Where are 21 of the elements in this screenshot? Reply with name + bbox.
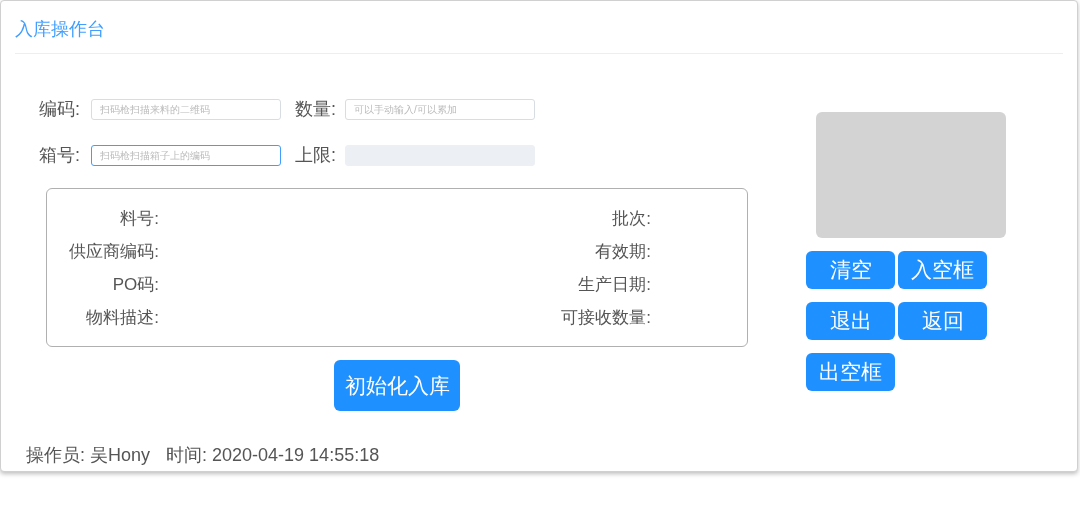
field-label: 上限: (295, 144, 337, 167)
info-label: 物料描述: (85, 307, 159, 329)
info-label: PO码: (111, 274, 159, 296)
time-text: 时间: 2020-04-19 14:55:18 (166, 444, 380, 467)
info-label: 生产日期: (577, 274, 651, 296)
action-button[interactable]: 出空框 (806, 353, 895, 391)
info-label: 有效期: (594, 241, 651, 263)
page-title: 入库操作台 (15, 17, 105, 41)
action-button[interactable]: 入空框 (898, 251, 987, 289)
info-label: 可接收数量: (560, 307, 651, 329)
info-label: 料号: (119, 208, 159, 230)
action-button[interactable]: 退出 (806, 302, 895, 340)
info-label: 批次: (611, 208, 651, 230)
info-label: 供应商编码: (68, 241, 159, 263)
field-label: 箱号: (39, 144, 81, 167)
field-label: 编码: (39, 98, 81, 121)
action-button[interactable]: 返回 (898, 302, 987, 340)
init-button[interactable]: 初始化入库 (334, 360, 460, 411)
action-button[interactable]: 清空 (806, 251, 895, 289)
field-label: 数量: (295, 98, 337, 121)
operator-text: 操作员: 吴Hony (26, 444, 151, 467)
